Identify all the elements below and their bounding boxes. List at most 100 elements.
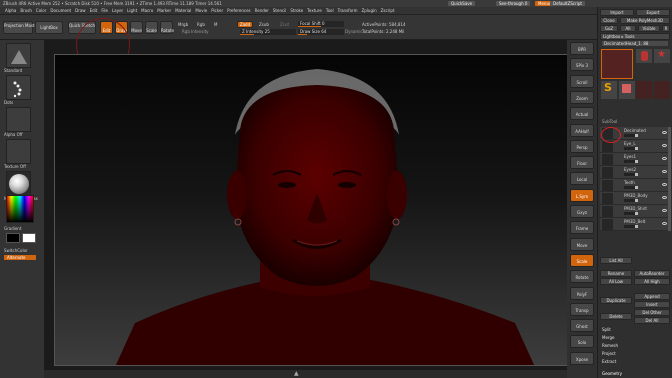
make-polymesh-button[interactable]: Make PolyMesh3D <box>620 17 670 24</box>
focal-shift-slider[interactable]: Focal Shift 0 <box>298 21 344 27</box>
view-gxyz-button[interactable]: Gxyz <box>570 205 594 218</box>
dynamic-toggle[interactable]: Dynamic <box>345 29 363 34</box>
view-zoom-button[interactable]: Zoom <box>570 90 594 104</box>
secondary-color-swatch[interactable] <box>6 233 20 243</box>
menu-item-brush[interactable]: Brush <box>20 8 32 13</box>
remesh-menu[interactable]: Remesh <box>602 343 618 348</box>
view-local-button[interactable]: Local <box>570 172 594 186</box>
menu-item-movie[interactable]: Movie <box>195 8 207 13</box>
view-solo-button[interactable]: Solo <box>570 335 594 349</box>
del-all-button[interactable]: Del All <box>634 317 670 324</box>
eye-icon[interactable] <box>662 222 667 225</box>
expand-arrow-icon[interactable]: ▲ <box>294 371 299 377</box>
zsub-button[interactable]: Zsub <box>259 22 269 27</box>
subtool-opacity-slider[interactable] <box>624 225 638 228</box>
menu-item-texture[interactable]: Texture <box>307 8 322 13</box>
duplicate-button[interactable]: Duplicate <box>600 297 632 304</box>
subtool-row[interactable]: PM3D_Belt <box>600 218 670 231</box>
scale-button[interactable]: Scale <box>145 21 158 34</box>
subtool-row[interactable]: Teeth <box>600 179 670 192</box>
default-zscript-button[interactable]: DefaultZScript <box>550 1 585 6</box>
eye-icon[interactable] <box>662 196 667 199</box>
menu-item-alpha[interactable]: Alpha <box>5 8 16 13</box>
view-frame-button[interactable]: Frame <box>570 221 594 235</box>
quicksave-button[interactable]: QuickSave <box>448 1 476 6</box>
view-persp-button[interactable]: Persp <box>570 139 594 153</box>
lightbox-button[interactable]: LightBox <box>35 21 63 34</box>
rgb-intensity-slider[interactable]: Rgb Intensity <box>182 29 209 34</box>
subtool-row[interactable]: PM3D_Shirt <box>600 205 670 218</box>
eye-icon[interactable] <box>662 131 667 134</box>
color-picker[interactable] <box>6 195 34 223</box>
subtool-row[interactable]: Eyes1 <box>600 153 670 166</box>
r-button[interactable]: R <box>662 25 670 32</box>
move-button[interactable]: Move <box>130 21 143 34</box>
rotate-button[interactable]: Rotate <box>160 21 174 34</box>
eye-icon[interactable] <box>662 170 667 173</box>
subtool-opacity-slider[interactable] <box>624 186 638 189</box>
projection-master-button[interactable]: Projection Master <box>3 21 39 34</box>
menu-item-render[interactable]: Render <box>255 8 269 13</box>
tool-thumb-head[interactable] <box>636 81 652 99</box>
delete-button[interactable]: Delete <box>600 313 632 320</box>
subtool-scrollbar[interactable] <box>668 127 671 231</box>
eye-icon[interactable] <box>662 157 667 160</box>
stroke-tile[interactable] <box>6 75 31 100</box>
menu-item-picker[interactable]: Picker <box>211 8 223 13</box>
menu-item-zscript[interactable]: Zscript <box>381 8 395 13</box>
view-polyf-button[interactable]: PolyF <box>570 286 594 300</box>
rename-button[interactable]: Rename <box>600 270 632 277</box>
list-all-button[interactable]: List All <box>600 257 632 264</box>
zcut-button[interactable]: Zcut <box>280 22 289 27</box>
material-tile[interactable] <box>6 171 31 196</box>
view-bpr-button[interactable]: BPR <box>570 42 594 55</box>
tool-thumb-head2[interactable] <box>654 81 670 99</box>
export-button[interactable]: Export <box>636 9 670 16</box>
subtool-opacity-slider[interactable] <box>624 212 638 215</box>
eye-icon[interactable] <box>662 144 667 147</box>
view-floor-button[interactable]: Floor <box>570 156 594 170</box>
tool-thumb-eraser[interactable] <box>619 81 635 99</box>
see-through-slider[interactable]: See-through 0 <box>496 1 531 6</box>
menu-item-color[interactable]: Color <box>36 8 46 13</box>
brush-tile[interactable] <box>6 43 31 68</box>
menu-item-zplugin[interactable]: Zplugin <box>362 8 377 13</box>
menu-item-preferences[interactable]: Preferences <box>227 8 251 13</box>
lightbox-tools-button[interactable]: Lightbox ▸ Tools <box>600 33 670 40</box>
split-menu[interactable]: Split <box>602 327 611 332</box>
switch-color-button[interactable]: SwitchColor <box>4 248 28 253</box>
menu-item-stroke[interactable]: Stroke <box>290 8 303 13</box>
project-menu[interactable]: Project <box>602 351 616 356</box>
view-transp-button[interactable]: Transp <box>570 302 594 316</box>
tool-thumb-active[interactable] <box>601 49 633 79</box>
insert-button[interactable]: Insert <box>634 301 670 308</box>
primary-color-swatch[interactable] <box>22 233 36 243</box>
view-rotate-button[interactable]: Rotate <box>570 270 594 284</box>
menu-item-file[interactable]: File <box>101 8 108 13</box>
menu-item-document[interactable]: Document <box>50 8 71 13</box>
z-intensity-slider[interactable]: Z Intensity 25 <box>240 29 296 35</box>
merge-menu[interactable]: Merge <box>602 335 615 340</box>
subtool-header[interactable]: SubTool <box>602 119 617 124</box>
view-ghost-button[interactable]: Ghost <box>570 319 594 333</box>
view-l-sym-button[interactable]: L.Sym <box>570 188 594 202</box>
subtool-opacity-slider[interactable] <box>624 147 638 150</box>
menu-item-material[interactable]: Material <box>175 8 191 13</box>
gradient-label[interactable]: Gradient <box>4 226 21 231</box>
rgb-button[interactable]: Rgb <box>197 22 205 27</box>
document-canvas[interactable] <box>54 54 578 366</box>
del-other-button[interactable]: Del Other <box>634 309 670 316</box>
clone-button[interactable]: Clone <box>600 17 618 24</box>
extract-menu[interactable]: Extract <box>602 359 616 364</box>
goz-all-button[interactable]: All <box>620 25 636 32</box>
alpha-tile[interactable] <box>6 107 31 132</box>
view-xpose-button[interactable]: Xpose <box>570 351 594 365</box>
menu-item-stencil[interactable]: Stencil <box>273 8 287 13</box>
view-move-button[interactable]: Move <box>570 237 594 251</box>
all-low-button[interactable]: All Low <box>600 278 632 285</box>
tool-thumb-simplebrush[interactable]: S <box>601 81 617 99</box>
auto-reorder-button[interactable]: AutoReorder <box>634 270 670 277</box>
draw-size-slider[interactable]: Draw Size 64 <box>298 29 344 35</box>
menu-item-layer[interactable]: Layer <box>112 8 123 13</box>
eye-icon[interactable] <box>662 183 667 186</box>
